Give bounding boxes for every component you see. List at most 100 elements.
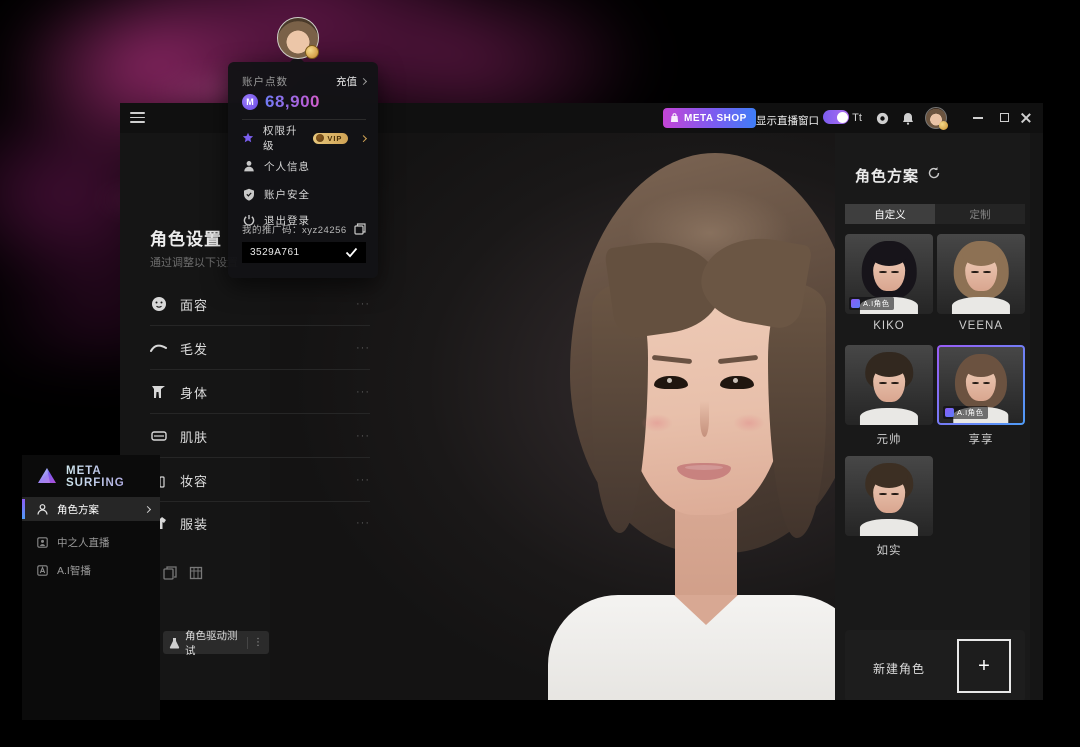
ai-chip-icon	[851, 299, 860, 308]
avatar-eye	[720, 376, 754, 389]
refresh-icon[interactable]	[927, 166, 941, 180]
character-card-yuanshuai[interactable]: 元帅	[845, 345, 933, 447]
vip-mini-badge	[939, 121, 948, 130]
chevron-right-icon	[360, 135, 367, 142]
live-window-toggle-label: 显示直播窗口	[756, 113, 819, 128]
character-name: 如实	[845, 542, 933, 558]
shield-icon	[242, 188, 255, 201]
meta-surfing-logo	[36, 467, 58, 487]
avatar-blush	[636, 411, 678, 435]
more-options[interactable]: ···	[356, 517, 370, 529]
sidebar-item-character-plan[interactable]: 角色方案	[22, 497, 160, 521]
settings-item-face[interactable]: 面容 ···	[150, 292, 370, 316]
vip-gold-badge	[305, 45, 319, 59]
tab-tailored[interactable]: 定制	[935, 204, 1025, 224]
promo-code-label: 我的推广码：xyz24256	[242, 222, 347, 236]
star-icon	[242, 132, 254, 145]
settings-item-clothing[interactable]: 服装 ···	[150, 511, 370, 535]
sidebar-item-live[interactable]: 中之人直播	[22, 530, 160, 554]
titlebar-avatar[interactable]	[925, 107, 947, 129]
more-options[interactable]: ···	[356, 342, 370, 354]
roster-tabs: 自定义 定制	[845, 204, 1025, 224]
divider	[150, 457, 370, 458]
character-name: 元帅	[845, 431, 933, 447]
shop-bag-icon	[670, 113, 679, 123]
copy-icon[interactable]	[163, 566, 178, 581]
ai-box-icon	[37, 565, 48, 576]
settings-circle-icon[interactable]	[872, 108, 892, 128]
character-card-xiangxiang[interactable]: A.I角色 享享	[937, 345, 1025, 447]
divider	[150, 369, 370, 370]
account-avatar[interactable]	[277, 17, 319, 59]
settings-item-makeup[interactable]: 妆容 ···	[150, 468, 370, 492]
check-icon[interactable]	[345, 247, 358, 258]
more-options[interactable]: ···	[356, 474, 370, 486]
ai-character-badge: A.I角色	[849, 297, 894, 310]
settings-item-hair[interactable]: 毛发 ···	[150, 336, 370, 360]
character-card-veena[interactable]: VEENA	[937, 234, 1025, 332]
close-button[interactable]	[1021, 113, 1033, 123]
promo-code-input[interactable]: 3529A761	[242, 242, 366, 263]
points-label: 账户点数	[242, 74, 288, 89]
settings-item-body[interactable]: 身体 ···	[150, 380, 370, 404]
add-character-button[interactable]: +	[957, 639, 1011, 693]
face-icon	[150, 296, 167, 313]
drive-test-button[interactable]: 角色驱动测试 ⋮	[163, 631, 269, 654]
ai-chip-icon	[945, 408, 954, 417]
divider	[150, 501, 370, 502]
divider	[242, 119, 366, 120]
character-name: 享享	[937, 431, 1025, 447]
vip-badge: VIP	[313, 133, 348, 144]
divider	[150, 413, 370, 414]
vip-coin-icon	[316, 134, 324, 142]
avatar-nose	[700, 401, 709, 437]
copy-icon[interactable]	[354, 223, 366, 235]
more-options[interactable]: ···	[356, 386, 370, 398]
character-name: VEENA	[937, 320, 1025, 332]
menu-item-upgrade[interactable]: 权限升级 VIP	[242, 128, 366, 148]
divider	[150, 325, 370, 326]
maximize-button[interactable]	[999, 113, 1011, 123]
avatar-blush	[728, 411, 770, 435]
person-icon	[242, 160, 255, 173]
hamburger-menu-icon[interactable]	[130, 112, 145, 123]
more-options[interactable]: ···	[356, 298, 370, 310]
live-person-icon	[37, 537, 48, 548]
promo-code-value: 3529A761	[250, 247, 300, 258]
character-card-rushi[interactable]: 如实	[845, 456, 933, 558]
grid-icon[interactable]	[189, 566, 204, 581]
account-dropdown: 账户点数 充值 M 68,900 权限升级 VIP 个人信息 账户安全	[228, 62, 378, 278]
tab-custom[interactable]: 自定义	[845, 204, 935, 224]
person-icon	[37, 504, 48, 515]
points-value: 68,900	[265, 92, 320, 112]
new-character-section: 新建角色 +	[845, 630, 1025, 700]
live-window-toggle[interactable]	[823, 110, 849, 124]
avatar-eye	[654, 376, 688, 389]
kebab-menu-icon[interactable]: ⋮	[253, 641, 263, 645]
character-name: KIKO	[845, 320, 933, 332]
font-size-icon[interactable]: Tt	[847, 108, 867, 128]
sidebar-item-ai-broadcast[interactable]: A.I智播	[22, 558, 160, 582]
meta-shop-button[interactable]: META SHOP	[663, 108, 756, 128]
menu-item-security[interactable]: 账户安全	[242, 184, 366, 204]
skin-icon	[150, 428, 167, 445]
more-options[interactable]: ···	[356, 430, 370, 442]
menu-item-profile[interactable]: 个人信息	[242, 156, 366, 176]
settings-item-skin[interactable]: 肌肤 ···	[150, 424, 370, 448]
flask-icon	[169, 637, 180, 649]
roster-title: 角色方案	[855, 165, 919, 186]
body-icon	[150, 384, 167, 401]
brand-name: META SURFING	[66, 465, 160, 489]
recharge-link[interactable]: 充值	[336, 74, 366, 89]
brand-sidebar: META SURFING 角色方案 中之人直播 A.I智播	[22, 455, 160, 720]
minimize-button[interactable]	[973, 113, 985, 123]
bell-icon[interactable]	[898, 108, 918, 128]
settings-subtitle: 通过调整以下设置	[150, 254, 238, 270]
chevron-right-icon	[360, 78, 367, 85]
chevron-right-icon	[144, 505, 151, 512]
hair-icon	[150, 340, 167, 357]
meta-shop-label: META SHOP	[684, 113, 747, 124]
new-character-label: 新建角色	[873, 660, 925, 677]
ai-character-badge: A.I角色	[943, 406, 988, 419]
character-card-kiko[interactable]: A.I角色 KIKO	[845, 234, 933, 332]
